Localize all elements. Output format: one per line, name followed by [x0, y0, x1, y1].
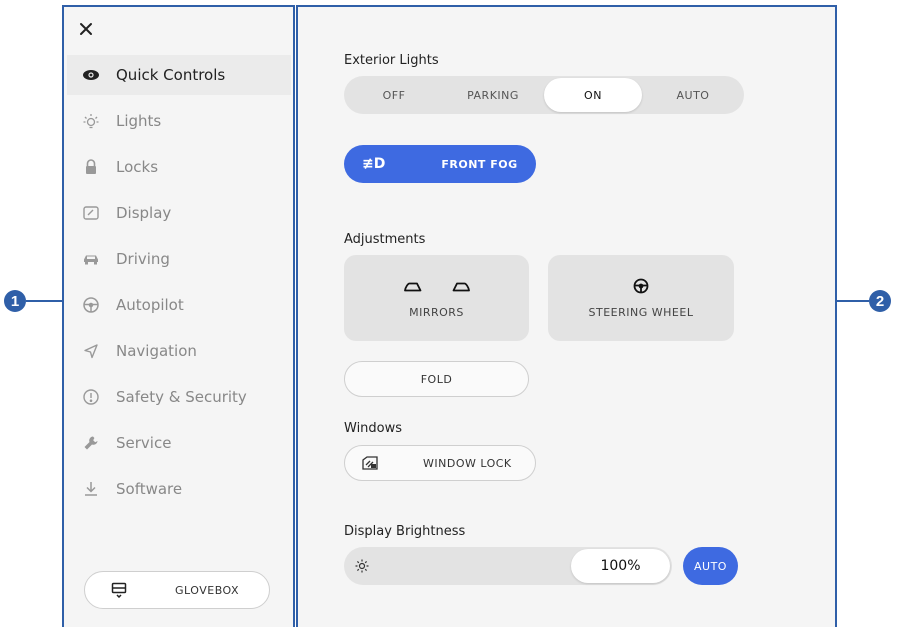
exterior-lights-parking[interactable]: PARKING — [444, 78, 542, 112]
sidebar-item-navigation[interactable]: Navigation — [67, 331, 291, 371]
window-lock-icon — [361, 455, 379, 471]
adjustments-title: Adjustments — [344, 232, 426, 247]
mirrors-tile[interactable]: MIRRORS — [344, 255, 529, 341]
car-icon — [82, 250, 100, 268]
display-icon — [82, 204, 100, 222]
fold-mirrors-button[interactable]: FOLD — [344, 361, 529, 397]
brightness-auto-label: AUTO — [694, 559, 727, 573]
exterior-lights-off[interactable]: OFF — [346, 78, 442, 112]
brightness-value: 100% — [600, 558, 641, 574]
front-fog-label: FRONT FOG — [441, 157, 518, 171]
brightness-auto-button[interactable]: AUTO — [683, 547, 738, 585]
eye-icon — [82, 66, 100, 84]
callout-1: 1 — [4, 290, 26, 312]
sidebar-item-label: Navigation — [116, 342, 197, 360]
brightness-slider[interactable]: 100% — [344, 547, 672, 585]
exterior-lights-title: Exterior Lights — [344, 53, 439, 68]
sidebar-item-safety-security[interactable]: Safety & Security — [67, 377, 291, 417]
sidebar-item-lights[interactable]: Lights — [67, 101, 291, 141]
navigation-arrow-icon — [82, 342, 100, 360]
right-mirror-icon — [452, 282, 470, 291]
exterior-lights-selector: OFF PARKING ON AUTO — [344, 76, 744, 114]
glovebox-button[interactable]: GLOVEBOX — [84, 571, 270, 609]
steering-wheel-icon — [82, 296, 100, 314]
left-mirror-icon — [403, 282, 421, 291]
sidebar-item-driving[interactable]: Driving — [67, 239, 291, 279]
wrench-icon — [82, 434, 100, 452]
callout-2-line — [837, 300, 869, 302]
callout-1-line — [26, 300, 62, 302]
sidebar-item-label: Quick Controls — [116, 66, 226, 84]
steering-wheel-tile[interactable]: STEERING WHEEL — [548, 255, 734, 341]
window-lock-button[interactable]: WINDOW LOCK — [344, 445, 536, 481]
sidebar-item-label: Autopilot — [116, 296, 184, 314]
exterior-lights-on[interactable]: ON — [544, 78, 642, 112]
callout-2: 2 — [869, 290, 891, 312]
sidebar-item-label: Safety & Security — [116, 388, 247, 406]
sidebar-item-software[interactable]: Software — [67, 469, 291, 509]
sidebar-item-label: Display — [116, 204, 172, 222]
window-lock-label: WINDOW LOCK — [423, 456, 512, 470]
sidebar-item-label: Software — [116, 480, 183, 498]
lock-icon — [82, 158, 100, 176]
sidebar-item-display[interactable]: Display — [67, 193, 291, 233]
glovebox-icon — [111, 582, 127, 598]
brightness-slider-handle[interactable]: 100% — [571, 549, 670, 583]
sidebar-item-label: Driving — [116, 250, 170, 268]
glovebox-label: GLOVEBOX — [175, 583, 240, 597]
download-icon — [82, 480, 100, 498]
windows-title: Windows — [344, 421, 403, 436]
sidebar-item-label: Lights — [116, 112, 162, 130]
close-icon — [80, 23, 92, 35]
sidebar-item-label: Service — [116, 434, 172, 452]
front-fog-button[interactable]: ≢D FRONT FOG — [344, 145, 536, 183]
exterior-lights-auto[interactable]: AUTO — [644, 78, 742, 112]
mirrors-label: MIRRORS — [409, 305, 464, 319]
steering-wheel-icon — [633, 278, 649, 293]
display-brightness-title: Display Brightness — [344, 524, 466, 539]
close-button[interactable] — [76, 19, 96, 39]
alert-circle-icon — [82, 388, 100, 406]
sidebar-item-autopilot[interactable]: Autopilot — [67, 285, 291, 325]
sidebar: Quick Controls Lights Locks Display Driv… — [62, 5, 295, 627]
fog-light-icon: ≢D — [362, 156, 386, 172]
brightness-sun-icon — [354, 558, 370, 574]
quick-controls-panel: Exterior Lights OFF PARKING ON AUTO ≢D F… — [296, 5, 837, 627]
sidebar-item-quick-controls[interactable]: Quick Controls — [67, 55, 291, 95]
steering-wheel-label: STEERING WHEEL — [588, 305, 694, 319]
sidebar-item-label: Locks — [116, 158, 159, 176]
sidebar-item-service[interactable]: Service — [67, 423, 291, 463]
sidebar-item-locks[interactable]: Locks — [67, 147, 291, 187]
light-bulb-icon — [82, 112, 100, 130]
fold-label: FOLD — [420, 372, 453, 386]
